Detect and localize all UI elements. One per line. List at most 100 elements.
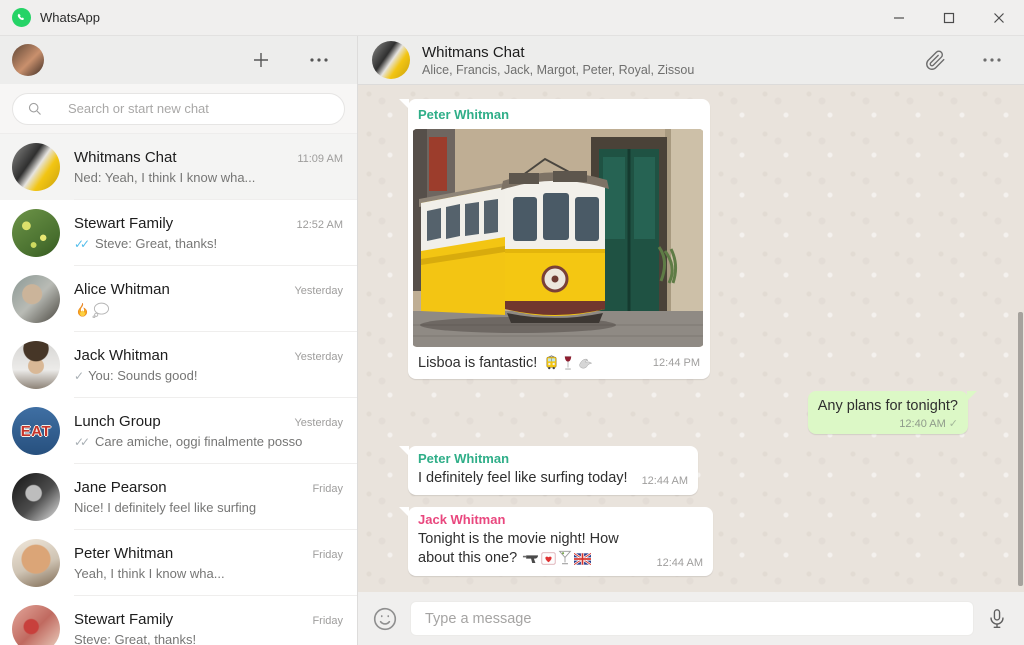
chat-item-body: Peter Whitman Friday Yeah, I think I know … [74,539,343,587]
chat-item-name: Stewart Family [74,611,174,628]
chat-item-body: Jane Pearson Friday Nice! I definitely fee… [74,473,343,521]
message-text: I definitely feel like surfing today! [418,469,628,486]
chat-item-time: Yesterday [294,417,343,429]
chat-item-preview: ✓ You: Sounds good! [74,368,343,383]
chat-list-item[interactable]: Stewart Family 12:52 AM ✓✓ Steve: Great, th… [0,200,357,266]
chat-item-time: 11:09 AM [297,153,343,165]
preview-text: Nice! I definitely feel like surfing [74,500,257,515]
chat-item-time: Friday [312,549,343,561]
avatar-text: EAT [20,422,52,440]
chat-item-time: Yesterday [294,351,343,363]
chat-participants: Alice, Francis, Jack, Margot, Peter, Roy… [422,62,695,77]
search-bar [0,84,357,134]
message-bubble: Peter Whitman Lisboa is fantastic! 12:44 P… [399,99,710,379]
chat-list-item[interactable]: Jane Pearson Friday Nice! I definitely fee… [0,464,357,530]
close-icon[interactable] [974,0,1024,35]
chat-item-time: 12:52 AM [296,219,343,231]
minimize-icon[interactable] [874,0,924,35]
chat-item-time: Friday [312,615,343,627]
tick-icon: ✓ [948,418,958,431]
gun-icon [522,553,539,565]
window-controls [874,0,1024,35]
chat-list-item[interactable]: Whitmans Chat 11:09 AM Ned: Yeah, I think … [0,134,357,200]
message-text: Any plans for tonight? [817,397,958,414]
message-bubble: Peter Whitman I definitely feel like surf… [398,446,699,496]
message-time: 12:44 AM [641,474,689,487]
title-bar: WhatsApp [0,0,1024,36]
preview-text: You: Sounds good! [88,368,198,383]
search-icon [28,102,41,115]
chat-list-item[interactable]: Jack Whitman Yesterday ✓ You: Sounds good! [0,332,357,398]
chat-avatar [372,41,410,79]
message-text: Lisboa is fantastic! [418,354,538,371]
wine-glass-icon [561,355,575,371]
preview-text: Yeah, I think I know wha... [74,566,225,581]
maximize-icon[interactable] [924,0,974,35]
uk-flag-icon [574,553,592,566]
sidebar-header [0,36,357,84]
chat-item-avatar [12,473,60,521]
chat-item-avatar [12,341,60,389]
chat-menu-icon[interactable] [982,57,1002,63]
chat-item-name: Jane Pearson [74,479,167,496]
preview-text: Care amiche, oggi finalmente posso [94,434,303,449]
message-author: Jack Whitman [418,512,506,528]
message-caption: Lisboa is fantastic! 12:44 PM [412,347,706,375]
search-input[interactable] [68,101,332,116]
chat-item-body: Stewart Family 12:52 AM ✓✓ Steve: Great, th… [74,209,343,257]
chat-item-avatar [12,275,60,323]
chat-item-name: Lunch Group [74,413,161,430]
chat-item-body: Stewart Family Friday Steve: Great, thanks… [74,605,343,645]
chat-item-avatar [12,605,60,645]
chat-titles: Whitmans Chat Alice, Francis, Jack, Marg… [422,44,694,77]
whatsapp-logo-icon [12,8,31,27]
chat-item-preview: Ned: Yeah, I think I know wha... [74,170,343,185]
chat-item-avatar: EAT [12,407,60,455]
microphone-icon[interactable] [986,608,1008,630]
profile-avatar[interactable] [12,44,44,76]
dove-icon [577,356,594,370]
chat-item-preview: Yeah, I think I know wha... [74,566,343,581]
chat-item-avatar [12,539,60,587]
chat-item-preview: Nice! I definitely feel like surfing [74,500,343,515]
message-input[interactable] [410,601,974,636]
attach-icon[interactable] [925,50,946,71]
chat-item-name: Jack Whitman [74,347,169,364]
composer [358,592,1024,645]
sidebar: Whitmans Chat 11:09 AM Ned: Yeah, I think … [0,36,358,645]
message-author: Peter Whitman [418,107,510,122]
message-time: 12:40 AM ✓ [899,418,958,431]
chat-item-avatar [12,209,60,257]
sidebar-actions [251,50,329,70]
chat-pane: Whitmans Chat Alice, Francis, Jack, Marg… [358,36,1024,645]
chat-list-item[interactable]: Stewart Family Friday Steve: Great, thanks… [0,596,357,645]
message-bubble: Jack Whitman Tonight is the movie night! … [399,507,713,577]
tram-icon [544,355,559,370]
chat-image-lisbon-tram[interactable] [412,128,704,347]
search-box[interactable] [12,92,345,125]
chat-list-item[interactable]: Peter Whitman Friday Yeah, I think I know … [0,530,357,596]
chat-title: Whitmans Chat [422,43,525,61]
emoji-picker-icon[interactable] [372,606,398,632]
chat-item-preview: ✓✓ Care amiche, oggi finalmente posso [74,434,343,449]
chat-header-actions [925,50,1002,71]
preview-text: Steve: Great, thanks! [74,632,197,645]
menu-icon[interactable] [309,57,329,63]
scrollbar-thumb[interactable] [1018,312,1023,586]
new-chat-icon[interactable] [251,50,271,70]
chat-list: Whitmans Chat 11:09 AM Ned: Yeah, I think … [0,134,357,645]
chat-item-body: Alice Whitman Yesterday [74,275,343,323]
chat-item-name: Alice Whitman [74,280,170,298]
message-author: Peter Whitman [418,451,510,467]
chat-list-item[interactable]: EAT Lunch Group Yesterday ✓✓ Care amiche, og… [0,398,357,464]
tick-icon: ✓✓ [74,236,90,251]
martini-icon [558,550,572,565]
message-time: 12:44 PM [652,356,700,369]
chat-item-time: Yesterday [294,284,343,297]
preview-text: Steve: Great, thanks! [94,236,218,251]
main-split: Whitmans Chat 11:09 AM Ned: Yeah, I think … [0,36,1024,645]
chat-list-item[interactable]: Alice Whitman Yesterday [0,266,357,332]
chat-item-avatar [12,143,60,191]
chat-item-preview [74,301,343,318]
chat-header[interactable]: Whitmans Chat Alice, Francis, Jack, Marg… [358,36,1024,85]
